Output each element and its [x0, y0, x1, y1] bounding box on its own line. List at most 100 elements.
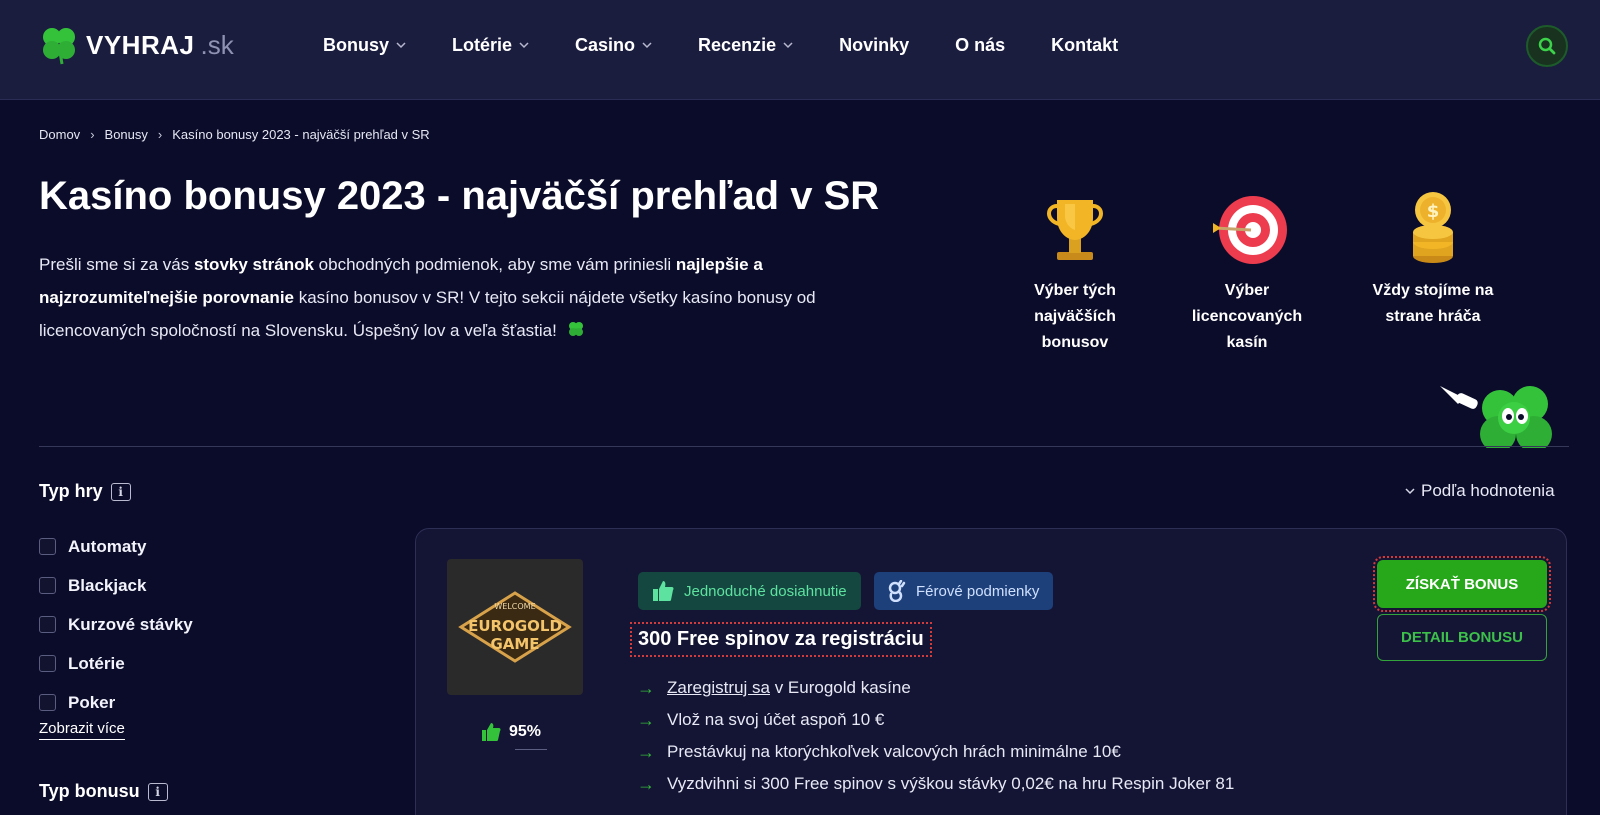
tag-label: Férové podmienky [916, 582, 1040, 600]
bonus-step-text: Vyzdvihni si 300 Free spinov s výškou st… [667, 774, 1235, 793]
breadcrumb-home[interactable]: Domov [39, 127, 80, 142]
target-icon [1213, 196, 1287, 264]
show-more-link[interactable]: Zobrazit více [39, 720, 125, 740]
bonus-step: → Vyzdvihni si 300 Free spinov s výškou … [637, 768, 1234, 800]
chevron-down-icon [1405, 488, 1415, 495]
nav-label: Recenzie [698, 34, 777, 55]
clover-mascot-icon [1440, 386, 1552, 448]
filter-option-loterie[interactable]: Lotérie [39, 644, 193, 683]
nav-item-recenzie[interactable]: Recenzie [698, 32, 793, 58]
section-divider [39, 446, 1569, 447]
bonus-steps: → Zaregistruj sa v Eurogold kasíne → Vlo… [637, 672, 1234, 800]
game-type-filter-list: Automaty Blackjack Kurzové stávky Lotéri… [39, 527, 193, 722]
breadcrumb-bonusy[interactable]: Bonusy [105, 127, 148, 142]
info-icon[interactable]: i [147, 782, 168, 801]
nav-item-novinky[interactable]: Novinky [839, 32, 909, 58]
ok-hand-icon [888, 580, 906, 602]
checkbox[interactable] [39, 694, 56, 711]
bonus-step-text: Vlož na svoj účet aspoň 10 € [667, 710, 885, 729]
eurogold-logo-icon: WELCOME EUROGOLD GAME [458, 591, 572, 663]
filter-title: Typ hry [39, 481, 103, 501]
chevron-down-icon [396, 42, 406, 49]
intro-text: Prešli sme si za vás [39, 255, 194, 274]
register-link[interactable]: Zaregistruj sa [667, 678, 770, 697]
arrow-right-icon: → [637, 773, 655, 794]
rating-value: 95% [509, 723, 542, 740]
breadcrumb-current: Kasíno bonusy 2023 - najväčší prehľad v … [172, 127, 430, 142]
search-button[interactable] [1526, 25, 1568, 67]
casino-logo[interactable]: WELCOME EUROGOLD GAME [447, 559, 583, 695]
top-navigation-bar: VYHRAJ .sk Bonusy Lotérie Casino Recenzie… [0, 0, 1600, 100]
page-title: Kasíno bonusy 2023 - najväčší prehľad v … [39, 174, 880, 218]
nav-item-kontakt[interactable]: Kontakt [1051, 32, 1118, 58]
nav-label: Bonusy [323, 34, 390, 55]
feature-licensed-casinos: Výber licencovaných kasín [1172, 190, 1322, 356]
sort-dropdown[interactable]: Podľa hodnotenia [1405, 481, 1555, 501]
nav-item-bonusy[interactable]: Bonusy [323, 32, 406, 58]
intro-paragraph: Prešli sme si za vás stovky stránok obch… [39, 248, 869, 347]
main-nav: Bonusy Lotérie Casino Recenzie Novinky O… [323, 32, 1164, 58]
site-logo[interactable]: VYHRAJ .sk [38, 24, 234, 66]
arrow-right-icon: → [637, 741, 655, 762]
bonus-title: 300 Free spinov za registráciu [630, 622, 932, 657]
filter-option-poker[interactable]: Poker [39, 683, 193, 722]
filter-option-label: Blackjack [68, 575, 147, 595]
bonus-step-text: Prestávkuj na ktorýchkoľvek valcových hr… [667, 742, 1121, 761]
checkbox[interactable] [39, 538, 56, 555]
checkbox[interactable] [39, 655, 56, 672]
casino-rating: 95% [481, 722, 541, 742]
logo-text: VYHRAJ [86, 29, 195, 60]
chevron-down-icon [783, 42, 793, 49]
nav-item-casino[interactable]: Casino [575, 32, 652, 58]
checkbox[interactable] [39, 616, 56, 633]
checkbox[interactable] [39, 577, 56, 594]
feature-players-side: $ Vždy stojíme na strane hráča [1358, 190, 1508, 330]
nav-item-o-nas[interactable]: O nás [955, 32, 1005, 58]
filter-title: Typ bonusu [39, 781, 140, 801]
nav-label: Kontakt [1051, 34, 1119, 55]
filter-heading-game-type: Typ hry i [39, 481, 131, 502]
svg-text:$: $ [1427, 201, 1440, 222]
filter-option-label: Kurzové stávky [68, 614, 193, 634]
arrow-right-icon: → [637, 677, 655, 698]
breadcrumb: Domov › Bonusy › Kasíno bonusy 2023 - na… [39, 127, 430, 142]
clover-icon [568, 322, 583, 336]
sort-label: Podľa hodnotenia [1421, 481, 1555, 500]
bonus-step: → Prestávkuj na ktorýchkoľvek valcových … [637, 736, 1234, 768]
feature-label: Vždy stojíme na strane hráča [1372, 282, 1494, 325]
coins-icon: $ [1413, 192, 1453, 263]
info-icon[interactable]: i [110, 482, 131, 501]
bonus-step-text: Zaregistruj sa v Eurogold kasíne [667, 678, 911, 698]
breadcrumb-separator-icon: › [90, 127, 95, 142]
trophy-icon [1047, 200, 1103, 260]
tag-fair-conditions: Férové podmienky [874, 572, 1054, 610]
filter-option-label: Automaty [68, 536, 147, 556]
thumbs-up-icon [482, 723, 501, 741]
filter-option-label: Lotérie [68, 653, 125, 673]
step-text: v Eurogold kasíne [769, 678, 911, 697]
rating-underline [515, 749, 547, 750]
filter-option-automaty[interactable]: Automaty [39, 527, 193, 566]
logo-tld: .sk [200, 29, 234, 60]
arrow-right-icon: → [637, 709, 655, 730]
nav-item-loterie[interactable]: Lotérie [452, 32, 529, 58]
logo-game-text: GAME [490, 635, 539, 653]
bonus-detail-button[interactable]: DETAIL BONUSU [1377, 614, 1547, 661]
bonus-step: → Vlož na svoj účet aspoň 10 € [637, 704, 1234, 736]
get-bonus-button[interactable]: ZÍSKAŤ BONUS [1373, 556, 1551, 612]
logo-eurogold-text: EUROGOLD [468, 617, 562, 635]
nav-label: O nás [955, 34, 1006, 55]
breadcrumb-separator-icon: › [157, 127, 163, 142]
filter-heading-bonus-type: Typ bonusu i [39, 781, 168, 802]
feature-biggest-bonuses: Výber tých najväčších bonusov [1000, 190, 1150, 356]
clover-logo-icon [43, 28, 75, 65]
intro-bold: stovky stránok [193, 255, 314, 274]
bonus-step: → Zaregistruj sa v Eurogold kasíne [637, 672, 1234, 704]
search-icon [1538, 37, 1556, 55]
filter-option-blackjack[interactable]: Blackjack [39, 566, 193, 605]
nav-label: Lotérie [452, 34, 513, 55]
filter-option-label: Poker [68, 692, 116, 712]
nav-label: Casino [575, 34, 636, 55]
filter-option-kurzove-stavky[interactable]: Kurzové stávky [39, 605, 193, 644]
feature-label: Výber licencovaných kasín [1191, 282, 1303, 351]
